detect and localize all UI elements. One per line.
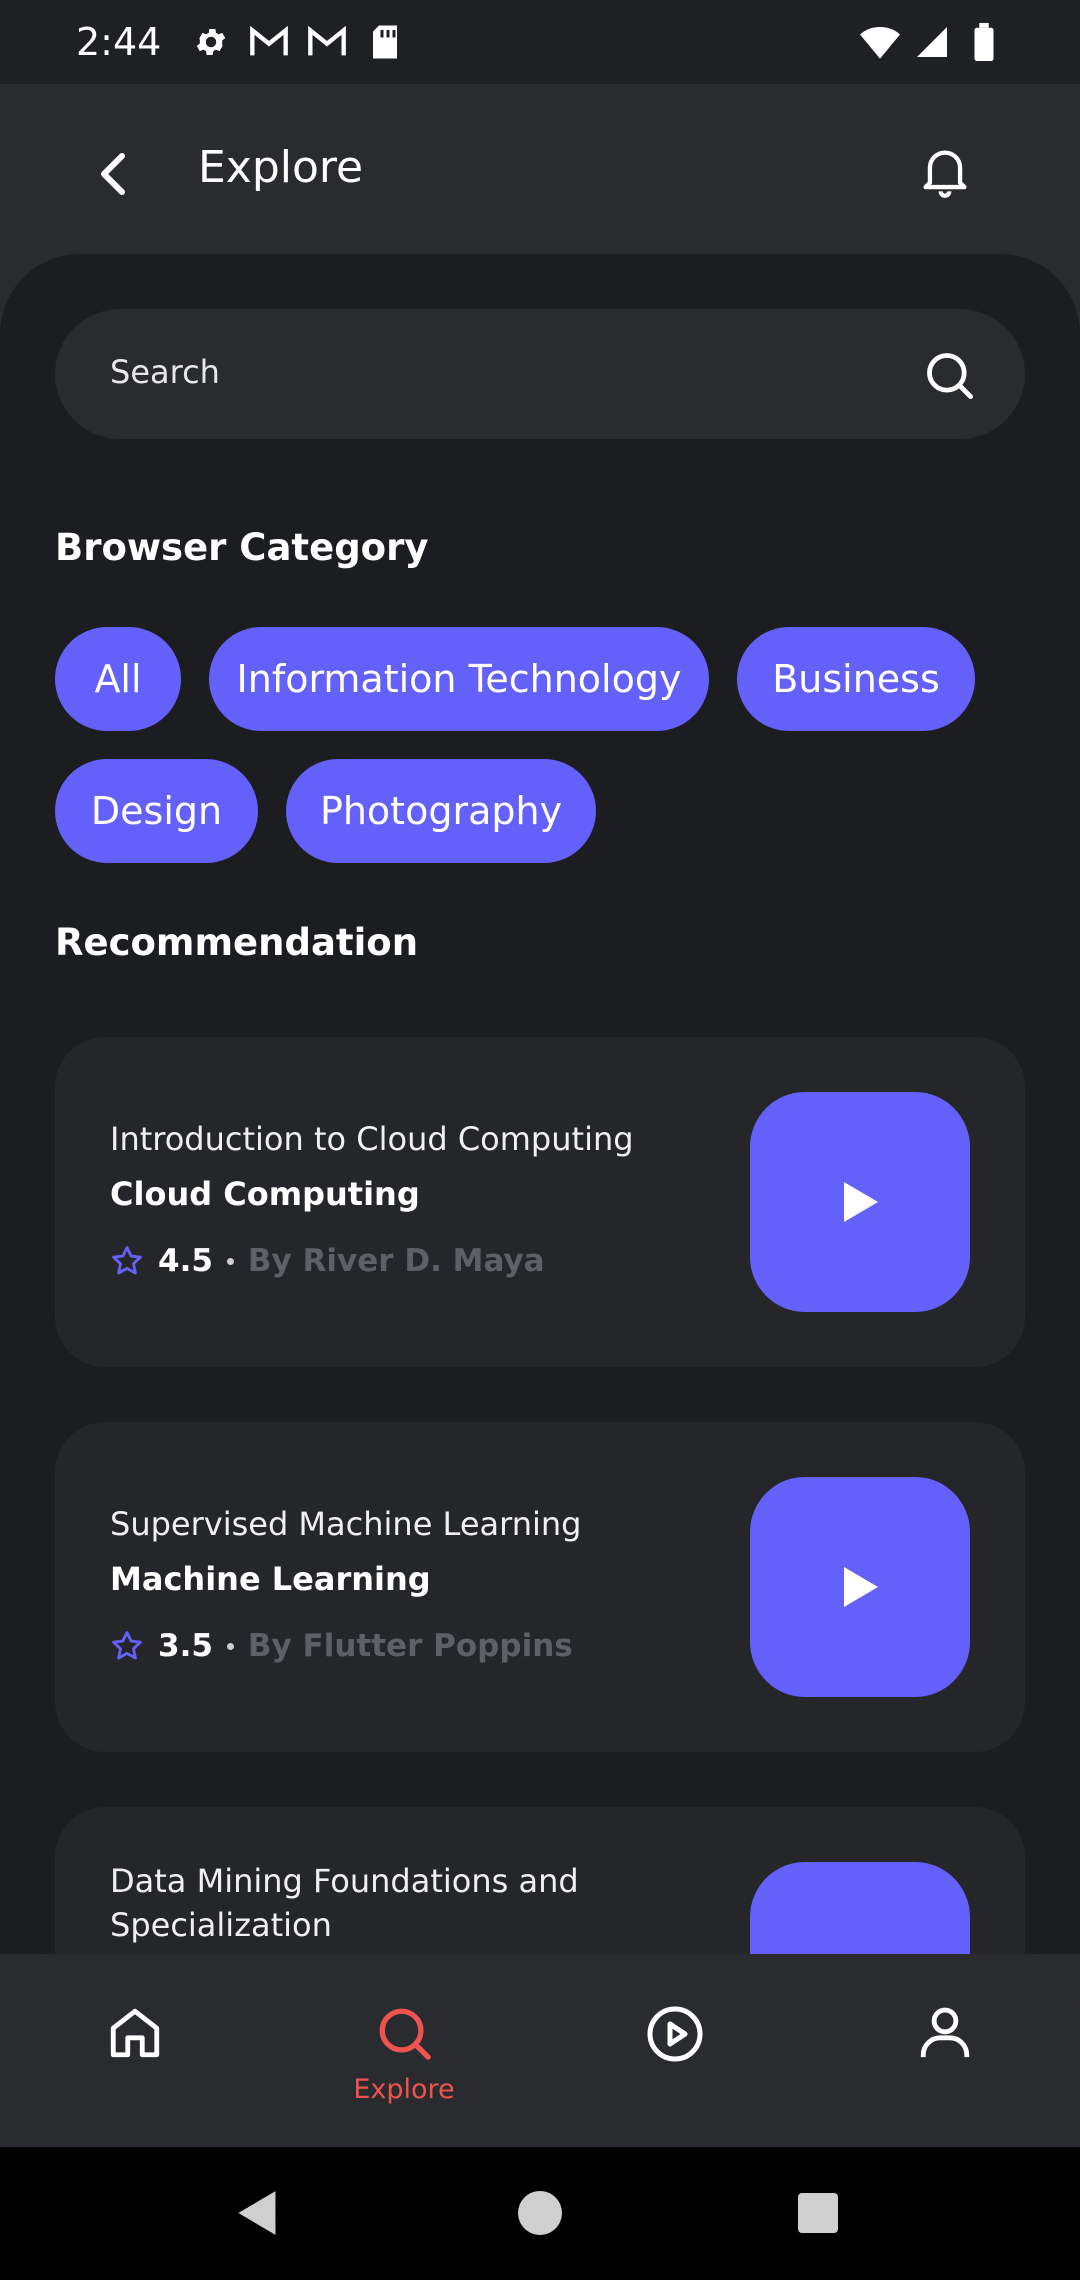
star-icon bbox=[112, 1631, 142, 1660]
nav-videos[interactable] bbox=[615, 2004, 735, 2124]
course-title: Machine Learning bbox=[110, 1560, 431, 1598]
meta-separator bbox=[226, 1642, 234, 1650]
notifications-button[interactable] bbox=[915, 142, 975, 202]
chip-business[interactable]: Business bbox=[737, 627, 975, 731]
gear-icon bbox=[191, 22, 231, 62]
search-icon bbox=[379, 2008, 431, 2060]
course-author: By River D. Maya bbox=[247, 1243, 545, 1279]
chip-information-technology[interactable]: Information Technology bbox=[209, 627, 709, 731]
chip-photography[interactable]: Photography bbox=[286, 759, 596, 863]
status-icons-right bbox=[860, 22, 1004, 62]
bell-icon bbox=[923, 150, 967, 198]
course-subtitle: Introduction to Cloud Computing bbox=[110, 1120, 634, 1158]
system-back-button[interactable] bbox=[228, 2183, 288, 2243]
status-icons-left bbox=[191, 22, 405, 62]
sd-card-icon bbox=[365, 22, 405, 62]
chip-all[interactable]: All bbox=[55, 627, 181, 731]
play-circle-icon bbox=[647, 2006, 703, 2062]
play-icon bbox=[844, 1182, 878, 1222]
bottom-navigation: Explore bbox=[0, 1954, 1080, 2147]
back-button[interactable] bbox=[82, 144, 142, 204]
course-card[interactable]: Data Mining Foundations and Specializati… bbox=[55, 1807, 1025, 1954]
course-rating: 4.5 bbox=[158, 1243, 213, 1279]
page-title: Explore bbox=[198, 142, 364, 193]
category-section-title: Browser Category bbox=[55, 526, 429, 569]
system-home-button[interactable] bbox=[510, 2183, 570, 2243]
play-icon bbox=[844, 1567, 878, 1607]
course-rating: 3.5 bbox=[158, 1628, 213, 1664]
gmail-icon bbox=[307, 22, 347, 62]
square-recents-icon bbox=[798, 2193, 838, 2233]
triangle-back-icon bbox=[238, 2191, 276, 2235]
battery-icon bbox=[964, 22, 1004, 62]
recommendation-section-title: Recommendation bbox=[55, 921, 419, 964]
system-navigation-bar bbox=[0, 2147, 1080, 2280]
status-time: 2:44 bbox=[76, 20, 162, 64]
course-play-button[interactable] bbox=[750, 1092, 970, 1312]
search-input[interactable]: Search bbox=[55, 309, 1025, 439]
course-card[interactable]: Supervised Machine Learning Machine Lear… bbox=[55, 1422, 1025, 1752]
main-panel: Search Browser Category All Information … bbox=[0, 254, 1080, 1954]
course-card[interactable]: Introduction to Cloud Computing Cloud Co… bbox=[55, 1037, 1025, 1367]
app-header: Explore bbox=[0, 84, 1080, 254]
search-placeholder: Search bbox=[110, 353, 220, 391]
course-play-button[interactable] bbox=[750, 1862, 970, 1954]
nav-profile[interactable] bbox=[885, 2004, 1005, 2124]
gmail-icon bbox=[249, 22, 289, 62]
search-icon[interactable] bbox=[923, 349, 975, 401]
course-subtitle: Data Mining Foundations and Specializati… bbox=[110, 1862, 579, 1944]
wifi-icon bbox=[860, 22, 900, 62]
course-author: By Flutter Poppins bbox=[247, 1628, 573, 1664]
circle-home-icon bbox=[518, 2191, 562, 2235]
meta-separator bbox=[226, 1257, 234, 1265]
course-subtitle: Supervised Machine Learning bbox=[110, 1505, 582, 1543]
signal-icon bbox=[912, 22, 952, 62]
course-meta: 3.5 By Flutter Poppins bbox=[110, 1628, 573, 1664]
home-icon bbox=[110, 2008, 160, 2058]
chip-design[interactable]: Design bbox=[55, 759, 258, 863]
star-icon bbox=[112, 1246, 142, 1275]
status-bar: 2:44 bbox=[0, 0, 1080, 84]
course-title: Cloud Computing bbox=[110, 1175, 420, 1213]
course-meta: 4.5 By River D. Maya bbox=[110, 1243, 545, 1279]
nav-home[interactable] bbox=[75, 2004, 195, 2124]
nav-explore[interactable]: Explore bbox=[344, 2004, 464, 2124]
chevron-left-icon bbox=[101, 153, 125, 195]
nav-explore-label: Explore bbox=[353, 2074, 455, 2105]
course-play-button[interactable] bbox=[750, 1477, 970, 1697]
profile-icon bbox=[920, 2007, 970, 2058]
system-recents-button[interactable] bbox=[788, 2183, 848, 2243]
